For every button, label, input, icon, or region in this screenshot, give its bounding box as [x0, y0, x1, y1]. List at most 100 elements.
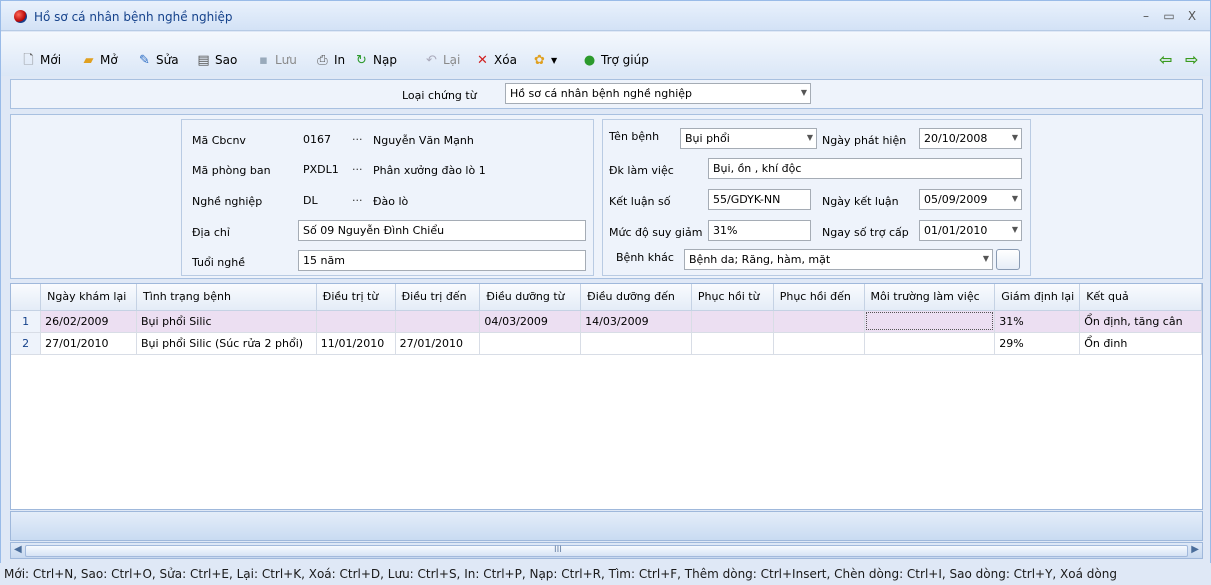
- undo-icon: ↶: [426, 52, 437, 68]
- table-cell[interactable]: [864, 310, 996, 333]
- printer-icon: ⎙: [317, 52, 328, 68]
- delete-button[interactable]: ✕ Xóa: [475, 51, 517, 69]
- print-label: In: [334, 53, 346, 67]
- seniority-field[interactable]: 15 năm: [298, 250, 586, 271]
- table-cell[interactable]: [691, 332, 774, 355]
- seniority-label: Tuổi nghề: [192, 256, 245, 269]
- chevron-down-icon: ▼: [551, 55, 558, 65]
- disease-group: Tên bệnh Bụi phổi ▼ Ngày phát hiện 20/10/…: [602, 119, 1031, 276]
- close-button[interactable]: X: [1184, 9, 1200, 23]
- column-header[interactable]: Phục hồi từ: [691, 284, 774, 311]
- conclusion-no-field[interactable]: 55/GDYK-NN: [708, 189, 811, 210]
- scroll-right-icon[interactable]: ▶: [1191, 544, 1199, 555]
- table-cell[interactable]: Bụi phổi Silic (Súc rửa 2 phổi): [136, 332, 317, 355]
- copy-icon: ▤: [197, 52, 210, 68]
- chevron-down-icon: ▼: [806, 133, 813, 142]
- help-button[interactable]: ● Trợ giúp: [582, 51, 649, 69]
- table-cell[interactable]: Ổn đinh: [1079, 332, 1202, 355]
- address-field[interactable]: Số 09 Nguyễn Đình Chiểu: [298, 220, 586, 241]
- row-number[interactable]: 1: [11, 310, 42, 333]
- conclusion-date-field[interactable]: 05/09/2009 ▼: [919, 189, 1022, 210]
- table-cell[interactable]: [691, 310, 774, 333]
- info-panel: Mã Cbcnv 0167 ··· Nguyễn Văn Mạnh Mã phò…: [10, 114, 1203, 279]
- maximize-button[interactable]: ▭: [1161, 9, 1177, 23]
- column-header[interactable]: Điều trị đến: [395, 284, 481, 311]
- table-cell[interactable]: 31%: [994, 310, 1081, 333]
- delete-label: Xóa: [494, 53, 517, 67]
- column-header[interactable]: Tình trạng bệnh: [136, 284, 317, 311]
- table-cell[interactable]: 26/02/2009: [40, 310, 137, 333]
- table-cell[interactable]: [395, 310, 481, 333]
- disease-name-select[interactable]: Bụi phổi ▼: [680, 128, 817, 149]
- tools-dropdown-button[interactable]: ✿ ▼: [532, 51, 557, 69]
- column-header[interactable]: Giám định lại: [994, 284, 1081, 311]
- reload-label: Nạp: [373, 53, 397, 67]
- employee-group: Mã Cbcnv 0167 ··· Nguyễn Văn Mạnh Mã phò…: [181, 119, 594, 276]
- new-button[interactable]: 🗋 Mới: [21, 51, 61, 69]
- chevron-down-icon: ▼: [800, 88, 807, 97]
- print-button[interactable]: ⎙ In: [315, 51, 345, 69]
- allowance-date-label: Ngay số trợ cấp: [822, 226, 909, 239]
- decline-field[interactable]: 31%: [708, 220, 811, 241]
- job-name: Đào lò: [373, 195, 409, 208]
- open-button[interactable]: ▰ Mở: [81, 51, 118, 69]
- table-cell[interactable]: [773, 332, 865, 355]
- column-header[interactable]: Kết quả: [1079, 284, 1202, 311]
- table-cell[interactable]: 04/03/2009: [479, 310, 582, 333]
- app-logo-icon: [14, 10, 27, 23]
- table-cell[interactable]: [580, 332, 692, 355]
- table-cell[interactable]: Bụi phổi Silic: [136, 310, 317, 333]
- table-row[interactable]: 2 27/01/2010 Bụi phổi Silic (Súc rửa 2 p…: [11, 332, 1202, 355]
- other-disease-edit-button[interactable]: [996, 249, 1020, 270]
- dept-lookup-button[interactable]: ···: [352, 163, 363, 176]
- doc-type-select[interactable]: Hồ sơ cá nhân bệnh nghề nghiệp ▼: [505, 83, 811, 104]
- table-cell[interactable]: Ổn định, tăng cân: [1079, 310, 1202, 333]
- other-disease-select[interactable]: Bệnh da; Răng, hàm, mặt ▼: [684, 249, 993, 270]
- copy-button[interactable]: ▤ Sao: [196, 51, 237, 69]
- column-header[interactable]: Điều trị từ: [316, 284, 396, 311]
- table-cell[interactable]: [316, 310, 396, 333]
- table-row[interactable]: 1 26/02/2009 Bụi phổi Silic 04/03/2009 1…: [11, 310, 1202, 333]
- edit-icon: ✎: [139, 52, 150, 68]
- edit-label: Sửa: [156, 53, 179, 67]
- table-header-row: Ngày khám lại Tình trạng bệnh Điều trị t…: [11, 284, 1202, 311]
- table-cell[interactable]: 11/01/2010: [316, 332, 396, 355]
- save-button[interactable]: ▪ Lưu: [256, 51, 297, 69]
- undo-button[interactable]: ↶ Lại: [424, 51, 460, 69]
- window-title: Hồ sơ cá nhân bệnh nghề nghiệp: [34, 10, 233, 24]
- table-cell[interactable]: [479, 332, 582, 355]
- minimize-button[interactable]: –: [1138, 9, 1154, 23]
- edit-button[interactable]: ✎ Sửa: [137, 51, 179, 69]
- row-number[interactable]: 2: [11, 332, 42, 355]
- table-cell[interactable]: 14/03/2009: [580, 310, 692, 333]
- column-header[interactable]: Môi trường làm việc: [864, 284, 996, 311]
- scroll-left-icon[interactable]: ◀: [14, 544, 22, 555]
- job-lookup-button[interactable]: ···: [352, 194, 363, 207]
- scroll-grip: III: [554, 545, 562, 555]
- table-cell[interactable]: [773, 310, 865, 333]
- table-cell[interactable]: 27/01/2010: [40, 332, 137, 355]
- column-header[interactable]: Phục hồi đến: [773, 284, 865, 311]
- column-header[interactable]: Điều dưỡng từ: [479, 284, 582, 311]
- table-cell[interactable]: [864, 332, 996, 355]
- table-cell[interactable]: 27/01/2010: [395, 332, 481, 355]
- work-cond-field[interactable]: Bụi, ồn , khí độc: [708, 158, 1022, 179]
- column-header[interactable]: Ngày khám lại: [40, 284, 137, 311]
- job-label: Nghề nghiệp: [192, 195, 263, 208]
- back-arrow-icon[interactable]: ⇦: [1159, 50, 1172, 69]
- folder-icon: ▰: [83, 52, 94, 68]
- column-header[interactable]: Điều dưỡng đến: [580, 284, 692, 311]
- allowance-date-field[interactable]: 01/01/2010 ▼: [919, 220, 1022, 241]
- scrollbar-thumb[interactable]: III: [25, 545, 1188, 557]
- forward-arrow-icon[interactable]: ⇨: [1185, 50, 1198, 69]
- checkup-grid: Ngày khám lại Tình trạng bệnh Điều trị t…: [10, 283, 1203, 510]
- horizontal-scrollbar[interactable]: ◀ III ▶: [10, 542, 1203, 559]
- table-cell[interactable]: 29%: [994, 332, 1081, 355]
- reload-button[interactable]: ↻ Nạp: [354, 51, 397, 69]
- found-date-field[interactable]: 20/10/2008 ▼: [919, 128, 1022, 149]
- doc-type-value: Hồ sơ cá nhân bệnh nghề nghiệp: [510, 87, 693, 100]
- found-date-label: Ngày phát hiện: [822, 134, 907, 147]
- employee-lookup-button[interactable]: ···: [352, 133, 363, 146]
- chevron-down-icon: ▼: [982, 254, 989, 263]
- new-label: Mới: [40, 53, 62, 67]
